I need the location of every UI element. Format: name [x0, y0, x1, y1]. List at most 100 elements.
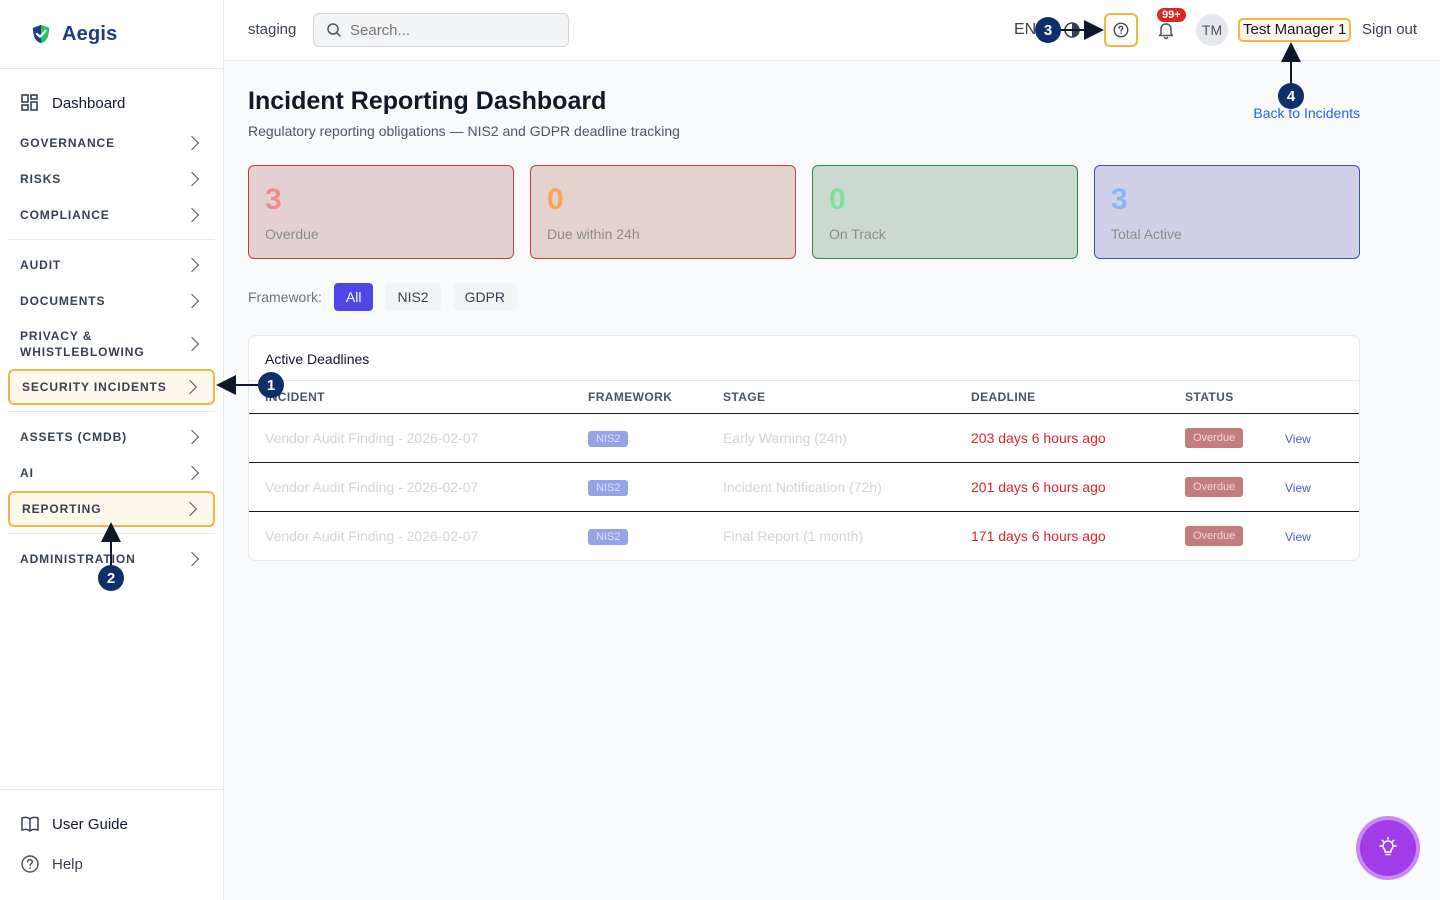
sidebar-item-label: RISKS — [20, 172, 62, 186]
column-header[interactable]: STATUS — [1185, 381, 1285, 414]
sidebar-item-label: GOVERNANCE — [20, 136, 116, 150]
sidebar-nav: Dashboard GOVERNANCE RISKS COMPLIANCE AU… — [0, 69, 223, 577]
cell-stage: Final Report (1 month) — [723, 527, 864, 544]
column-header[interactable]: DEADLINE — [971, 381, 1185, 414]
cell-framework: NIS2 — [588, 413, 723, 463]
theme-toggle-icon[interactable] — [1062, 20, 1082, 40]
cell-framework: NIS2 — [588, 511, 723, 560]
user-name[interactable]: Test Manager 1 — [1238, 18, 1352, 42]
back-to-incidents-link[interactable]: Back to Incidents — [1253, 105, 1360, 121]
language-switch[interactable]: EN — [1014, 21, 1036, 39]
column-header[interactable]: FRAMEWORK — [588, 381, 723, 414]
filter-all-button[interactable]: All — [333, 283, 374, 311]
summary-cards: 3 Overdue 0 Due within 24h 0 On Track 3 … — [248, 165, 1360, 259]
notifications-badge: 99+ — [1157, 8, 1186, 22]
search-input[interactable] — [350, 21, 550, 39]
user-guide-link[interactable]: User Guide — [20, 804, 224, 844]
chevron-right-icon — [184, 429, 200, 445]
chevron-right-icon — [182, 501, 198, 517]
page-title: Incident Reporting Dashboard — [248, 87, 607, 115]
sidebar-item-label: REPORTING — [22, 502, 102, 516]
cell-action: View — [1285, 413, 1359, 463]
sidebar-item-label: SECURITY INCIDENTS — [22, 380, 167, 394]
sidebar-item-label: ASSETS (CMDB) — [20, 430, 128, 444]
panel-title: Active Deadlines — [249, 336, 1359, 381]
help-link[interactable]: Help — [20, 844, 224, 884]
search-box[interactable] — [313, 13, 569, 47]
sidebar-item-governance[interactable]: GOVERNANCE — [8, 125, 215, 161]
sidebar-item-label: DOCUMENTS — [20, 294, 106, 308]
book-icon — [21, 816, 39, 833]
table-header-row: INCIDENT FRAMEWORK STAGE DEADLINE STATUS — [249, 381, 1359, 414]
top-header: staging EN 99+ TM Test Manager 1 Sign ou… — [224, 0, 1440, 61]
view-link[interactable]: View — [1285, 530, 1311, 544]
column-header-actions — [1285, 381, 1359, 414]
assistant-fab-button[interactable] — [1360, 820, 1416, 876]
framework-badge: NIS2 — [588, 528, 629, 545]
column-header[interactable]: INCIDENT — [249, 381, 588, 414]
framework-badge: NIS2 — [588, 479, 629, 496]
sidebar-item-label: COMPLIANCE — [20, 208, 110, 222]
cell-framework: NIS2 — [588, 462, 723, 512]
sidebar-item-audit[interactable]: AUDIT — [8, 247, 215, 283]
dashboard-grid-icon — [21, 94, 38, 111]
lightbulb-icon — [1379, 836, 1397, 856]
active-deadlines-panel: Active Deadlines INCIDENT FRAMEWORK STAG… — [248, 335, 1360, 561]
chevron-right-icon — [184, 293, 200, 309]
table-row[interactable]: Vendor Audit Finding - 2026-02-07 NIS2 I… — [249, 462, 1359, 512]
brand-name: Aegis — [62, 22, 118, 45]
column-header[interactable]: STAGE — [723, 381, 971, 414]
chevron-right-icon — [184, 207, 200, 223]
sign-out-link[interactable]: Sign out — [1362, 21, 1417, 38]
chevron-right-icon — [184, 465, 200, 481]
status-badge: Overdue — [1185, 476, 1244, 497]
sidebar-item-label: AI — [20, 466, 34, 480]
cell-deadline: 171 days 6 hours ago — [971, 527, 1106, 544]
cell-status: Overdue — [1185, 462, 1285, 512]
sidebar-item-documents[interactable]: DOCUMENTS — [8, 283, 215, 319]
environment-label: staging — [248, 21, 297, 38]
filter-nis2-button[interactable]: NIS2 — [385, 283, 441, 311]
annotation-marker-4: 4 — [1278, 83, 1304, 109]
chevron-right-icon — [184, 171, 200, 187]
cell-incident: Vendor Audit Finding - 2026-02-07 — [249, 462, 588, 512]
cell-stage: Early Warning (24h) — [723, 413, 971, 463]
sidebar-item-dashboard[interactable]: Dashboard — [8, 83, 215, 123]
cell-incident: Vendor Audit Finding - 2026-02-07 — [249, 413, 588, 463]
help-button[interactable] — [1104, 13, 1138, 47]
status-badge: Overdue — [1185, 525, 1244, 546]
filter-gdpr-button[interactable]: GDPR — [452, 283, 518, 311]
page-subtitle: Regulatory reporting obligations — NIS2 … — [248, 123, 680, 139]
view-link[interactable]: View — [1285, 432, 1311, 446]
sidebar: Aegis Dashboard GOVERNANCE RISKS COMPLIA… — [0, 0, 224, 900]
avatar[interactable]: TM — [1196, 14, 1228, 46]
help-label: Help — [52, 855, 83, 873]
filter-label: Framework: — [248, 289, 322, 305]
sidebar-item-reporting[interactable]: REPORTING — [8, 491, 215, 527]
user-guide-label: User Guide — [52, 815, 128, 833]
sidebar-divider — [8, 411, 215, 412]
sidebar-item-label: Dashboard — [52, 94, 126, 112]
annotation-marker-1: 1 — [258, 372, 284, 398]
sidebar-footer: User Guide Help — [0, 789, 224, 900]
framework-filter: Framework: All NIS2 GDPR — [248, 283, 518, 311]
sidebar-divider — [8, 239, 215, 240]
brand[interactable]: Aegis — [0, 0, 223, 69]
sidebar-divider — [8, 533, 215, 534]
sidebar-item-assets-cmdb[interactable]: ASSETS (CMDB) — [8, 419, 215, 455]
sidebar-item-security-incidents[interactable]: SECURITY INCIDENTS — [8, 369, 215, 405]
table-row[interactable]: Vendor Audit Finding - 2026-02-07 NIS2 E… — [249, 413, 1359, 463]
stat-value: 3 — [265, 183, 282, 216]
search-icon — [327, 23, 341, 37]
table-row[interactable]: Vendor Audit Finding - 2026-02-07 NIS2 F… — [249, 511, 1359, 560]
sidebar-item-ai[interactable]: AI — [8, 455, 215, 491]
sidebar-item-privacy-whistleblowing[interactable]: PRIVACY & WHISTLEBLOWING — [8, 319, 215, 369]
sidebar-item-compliance[interactable]: COMPLIANCE — [8, 197, 215, 233]
sidebar-item-risks[interactable]: RISKS — [8, 161, 215, 197]
stat-label: Total Active — [1111, 226, 1182, 242]
bell-icon[interactable] — [1156, 20, 1176, 40]
stat-label: Overdue — [265, 226, 319, 242]
view-link[interactable]: View — [1285, 481, 1311, 495]
cell-status: Overdue — [1185, 413, 1285, 463]
shield-logo-icon — [32, 24, 50, 44]
